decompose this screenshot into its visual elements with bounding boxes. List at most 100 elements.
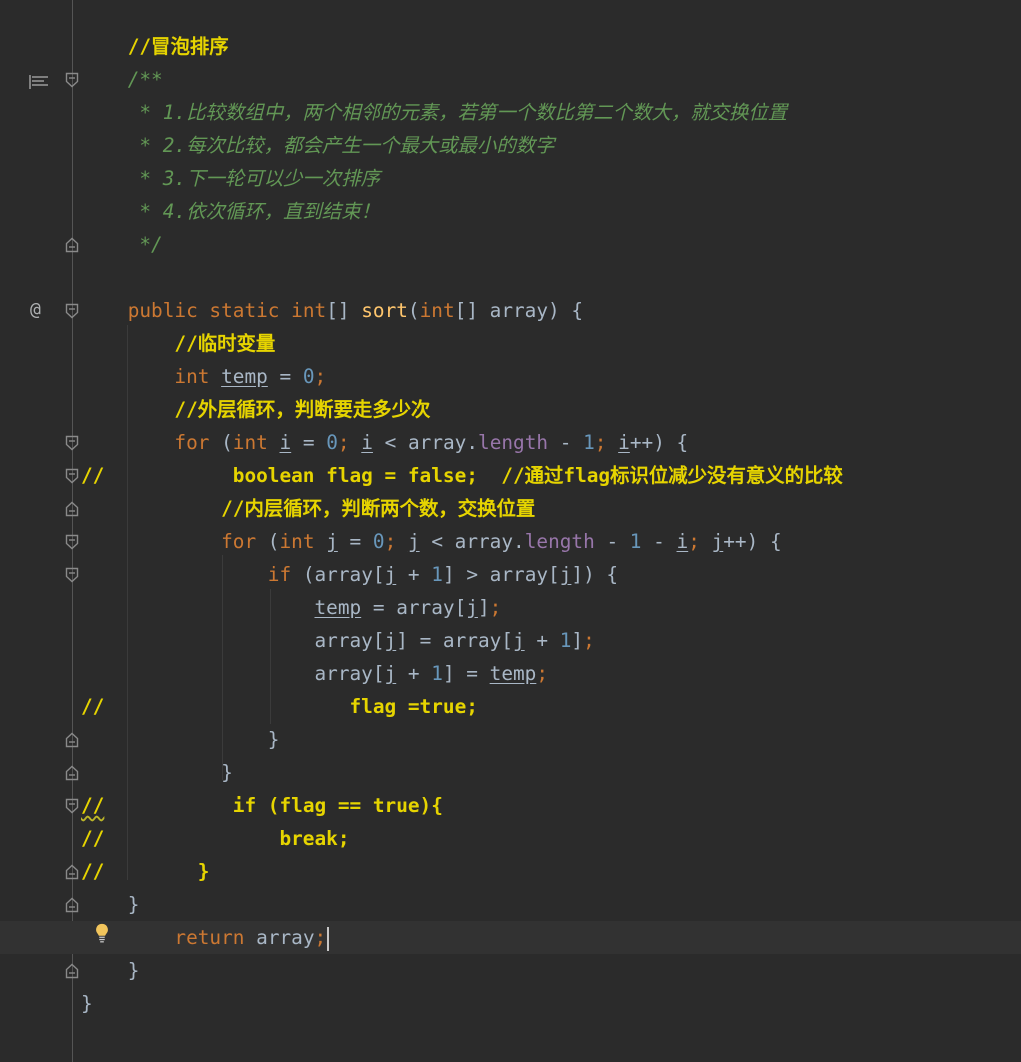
fold-end-icon[interactable] <box>65 897 79 913</box>
code-line[interactable] <box>0 261 1021 294</box>
code-text[interactable]: * 4.依次循环，直到结束！ <box>81 195 380 228</box>
code-text[interactable]: // break; <box>81 822 350 855</box>
code-text[interactable]: array[j + 1] = temp; <box>81 657 548 690</box>
code-text[interactable]: // if (flag == true){ <box>81 789 443 822</box>
fold-end-icon[interactable] <box>65 963 79 979</box>
code-line[interactable]: // if (flag == true){ <box>0 789 1021 822</box>
code-text[interactable]: //临时变量 <box>81 327 275 360</box>
code-text[interactable]: } <box>81 987 93 1020</box>
code-token: //临时变量 <box>174 332 276 355</box>
code-line[interactable]: //内层循环，判断两个数，交换位置 <box>0 492 1021 525</box>
fold-collapse-icon[interactable] <box>65 798 79 814</box>
code-line[interactable]: array[j + 1] = temp; <box>0 657 1021 690</box>
code-line[interactable]: } <box>0 723 1021 756</box>
code-text[interactable]: * 3.下一轮可以少一次排序 <box>81 162 380 195</box>
code-token: // break; <box>81 827 350 850</box>
code-text[interactable]: public static int[] sort(int[] array) { <box>81 294 583 327</box>
code-line[interactable]: int temp = 0; <box>0 360 1021 393</box>
code-token: return <box>174 926 257 949</box>
code-token: [] <box>326 299 362 322</box>
code-line[interactable]: } <box>0 888 1021 921</box>
fold-collapse-icon[interactable] <box>65 303 79 319</box>
code-token: ; <box>314 926 327 949</box>
code-text[interactable]: } <box>81 888 140 921</box>
fold-collapse-icon[interactable] <box>65 435 79 451</box>
code-text[interactable]: //内层循环，判断两个数，交换位置 <box>81 492 535 525</box>
code-text[interactable]: */ <box>81 228 162 261</box>
code-line[interactable]: @ public static int[] sort(int[] array) … <box>0 294 1021 327</box>
code-text[interactable]: int temp = 0; <box>81 360 326 393</box>
fold-collapse-icon[interactable] <box>65 468 79 484</box>
code-line[interactable]: if (array[j + 1] > array[j]) { <box>0 558 1021 591</box>
code-text[interactable]: } <box>81 723 280 756</box>
code-token: < array. <box>372 431 479 454</box>
code-text[interactable]: // } <box>81 855 209 888</box>
code-line[interactable]: */ <box>0 228 1021 261</box>
fold-end-icon[interactable] <box>65 237 79 253</box>
code-line[interactable]: //冒泡排序 <box>0 30 1021 63</box>
code-text[interactable]: //外层循环，判断要走多少次 <box>81 393 430 426</box>
code-text[interactable]: return array; <box>81 921 330 954</box>
override-at-icon[interactable]: @ <box>30 300 41 320</box>
code-token: j <box>711 530 724 553</box>
code-line[interactable]: } <box>0 987 1021 1020</box>
fold-collapse-icon[interactable] <box>65 72 79 88</box>
implementation-list-icon[interactable] <box>28 72 48 92</box>
code-line[interactable]: * 3.下一轮可以少一次排序 <box>0 162 1021 195</box>
code-line[interactable]: // flag =true; <box>0 690 1021 723</box>
code-token: int <box>232 431 280 454</box>
code-line[interactable]: //外层循环，判断要走多少次 <box>0 393 1021 426</box>
code-token: - <box>548 431 584 454</box>
code-text[interactable]: * 2.每次比较，都会产生一个最大或最小的数字 <box>81 129 554 162</box>
code-line[interactable]: // boolean flag = false; //通过flag标识位减少没有… <box>0 459 1021 492</box>
code-text[interactable]: for (int j = 0; j < array.length - 1 - i… <box>81 525 782 558</box>
code-text[interactable]: //冒泡排序 <box>81 30 229 63</box>
code-token: (array[ <box>302 563 385 586</box>
code-token: ]) { <box>571 563 619 586</box>
code-token: ] > array[ <box>442 563 560 586</box>
code-line[interactable]: } <box>0 756 1021 789</box>
code-line[interactable]: temp = array[j]; <box>0 591 1021 624</box>
code-token: j <box>384 662 397 685</box>
code-token: temp <box>221 365 268 388</box>
code-line[interactable]: * 2.每次比较，都会产生一个最大或最小的数字 <box>0 129 1021 162</box>
code-text[interactable]: temp = array[j]; <box>81 591 501 624</box>
code-line[interactable]: } <box>0 954 1021 987</box>
code-text[interactable]: } <box>81 756 233 789</box>
fold-end-icon[interactable] <box>65 732 79 748</box>
code-text[interactable]: * 1.比较数组中，两个相邻的元素，若第一个数比第二个数大，就交换位置 <box>81 96 787 129</box>
fold-collapse-icon[interactable] <box>65 534 79 550</box>
code-text[interactable]: } <box>81 954 140 987</box>
code-line[interactable]: // break; <box>0 822 1021 855</box>
fold-end-icon[interactable] <box>65 765 79 781</box>
fold-collapse-icon[interactable] <box>65 567 79 583</box>
code-text[interactable]: // flag =true; <box>81 690 478 723</box>
code-line[interactable]: /** <box>0 63 1021 96</box>
code-text[interactable]: /** <box>81 63 163 96</box>
code-text[interactable]: for (int i = 0; i < array.length - 1; i+… <box>81 426 688 459</box>
code-line[interactable]: * 1.比较数组中，两个相邻的元素，若第一个数比第二个数大，就交换位置 <box>0 96 1021 129</box>
code-line[interactable]: // } <box>0 855 1021 888</box>
code-line[interactable]: for (int j = 0; j < array.length - 1 - i… <box>0 525 1021 558</box>
indent-guide <box>270 589 271 724</box>
fold-end-icon[interactable] <box>65 501 79 517</box>
code-token: ; <box>384 530 408 553</box>
code-line[interactable]: array[j] = array[j + 1]; <box>0 624 1021 657</box>
code-line[interactable]: //临时变量 <box>0 327 1021 360</box>
code-line[interactable]: for (int i = 0; i < array.length - 1; i+… <box>0 426 1021 459</box>
code-line[interactable]: return array; <box>0 921 1021 954</box>
code-line[interactable]: * 4.依次循环，直到结束！ <box>0 195 1021 228</box>
code-text[interactable]: array[j] = array[j + 1]; <box>81 624 594 657</box>
code-text[interactable]: // boolean flag = false; //通过flag标识位减少没有… <box>81 459 843 492</box>
code-token: j <box>407 530 420 553</box>
code-text[interactable]: if (array[j + 1] > array[j]) { <box>81 558 618 591</box>
code-token: 1 <box>583 431 595 454</box>
fold-end-icon[interactable] <box>65 864 79 880</box>
code-editor[interactable]: //冒泡排序 /** * 1.比较数组中，两个相邻的元素，若第一个数比第二个数大… <box>0 0 1021 1062</box>
code-token: * 4.依次循环，直到结束！ <box>139 200 380 223</box>
